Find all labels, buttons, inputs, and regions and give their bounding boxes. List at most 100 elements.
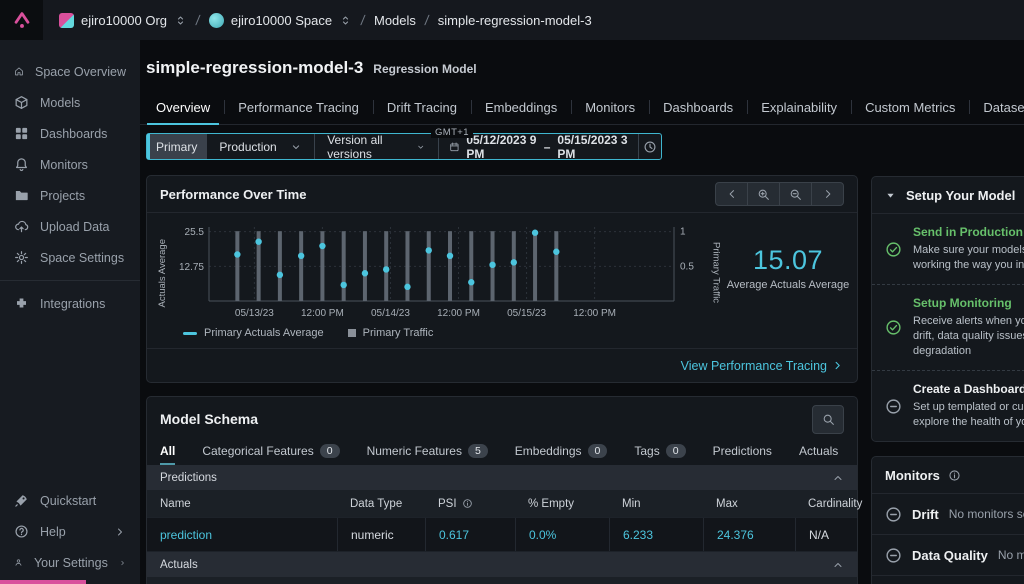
chevron-right-icon — [832, 360, 843, 371]
info-icon[interactable] — [948, 469, 961, 482]
monitors-panel: Monitors DriftNo monitors set upData Qua… — [871, 456, 1024, 584]
tab-datasets[interactable]: Datasets — [969, 91, 1024, 124]
tab-explainability[interactable]: Explainability — [747, 91, 851, 124]
tab-overview[interactable]: Overview — [142, 91, 224, 124]
table-row[interactable]: predictionnumeric0.6170.0%6.23324.376N/A — [147, 517, 857, 552]
environment-select[interactable]: Production — [207, 140, 314, 154]
schema-tab-tags[interactable]: Tags0 — [634, 444, 685, 465]
svg-text:25.5: 25.5 — [185, 227, 205, 238]
setup-item[interactable]: Setup MonitoringReceive alerts when your… — [872, 284, 1024, 370]
performance-chart-svg[interactable]: 05/13/2312:00 PM05/14/2312:00 PM05/15/23… — [169, 221, 709, 325]
space-label: ejiro10000 Space — [231, 13, 332, 28]
chevron-up-icon[interactable] — [832, 472, 844, 484]
feature-name-link[interactable]: prediction — [160, 528, 212, 542]
view-performance-tracing-link[interactable]: View Performance Tracing — [681, 359, 843, 373]
schema-tab-all[interactable]: All — [160, 444, 175, 465]
column-header: PSI — [425, 577, 515, 584]
svg-text:1: 1 — [680, 227, 686, 238]
column-header: Data Type — [337, 577, 425, 584]
legend-item[interactable]: Primary Traffic — [348, 327, 434, 339]
sidebar-item-quickstart[interactable]: Quickstart — [0, 485, 140, 516]
sidebar-item-help[interactable]: Help — [0, 516, 140, 547]
sidebar-item-space-overview[interactable]: Space Overview — [0, 56, 140, 87]
grid-icon — [14, 126, 29, 141]
sidebar-divider — [0, 280, 140, 281]
column-header: % Empty — [515, 490, 609, 517]
breadcrumb-space[interactable]: ejiro10000 Space — [209, 13, 352, 28]
column-header: Data Type — [337, 490, 425, 517]
model-tabs: OverviewPerformance TracingDrift Tracing… — [140, 91, 1024, 125]
sidebar-item-dashboards[interactable]: Dashboards — [0, 118, 140, 149]
org-label: ejiro10000 Org — [81, 13, 167, 28]
space-avatar — [209, 13, 224, 28]
setup-panel-header[interactable]: Setup Your Model — [872, 177, 1024, 214]
schema-tab-numeric-features[interactable]: Numeric Features5 — [367, 444, 488, 465]
sidebar-item-integrations[interactable]: Integrations — [0, 288, 140, 319]
version-select[interactable]: Version all versions — [315, 133, 438, 161]
check-circle-icon — [885, 319, 902, 336]
sidebar-item-space-settings[interactable]: Space Settings — [0, 242, 140, 273]
primary-environment-chip[interactable]: Primary — [147, 134, 207, 159]
pan-left-button[interactable] — [716, 183, 747, 205]
legend-item[interactable]: Primary Actuals Average — [183, 327, 324, 339]
monitor-row-drift[interactable]: DriftNo monitors set up — [872, 494, 1024, 534]
zoom-out-button[interactable] — [779, 183, 811, 205]
topbar: ejiro10000 Org / ejiro10000 Space / Mode… — [0, 0, 1024, 40]
schema-tab-categorical-features[interactable]: Categorical Features0 — [202, 444, 339, 465]
triangle-down-icon — [885, 190, 896, 201]
monitor-rows: DriftNo monitors set upData QualityNo mo… — [872, 494, 1024, 584]
monitor-row-data-quality[interactable]: Data QualityNo monitors set up — [872, 534, 1024, 575]
sidebar: Space Overview Models Dashboards Monitor… — [0, 40, 140, 584]
sidebar-item-monitors[interactable]: Monitors — [0, 149, 140, 180]
sidebar-item-projects[interactable]: Projects — [0, 180, 140, 211]
sidebar-item-models[interactable]: Models — [0, 87, 140, 118]
breadcrumb-separator: / — [424, 12, 430, 28]
setup-item[interactable]: Create a DashboardSet up templated or cu… — [872, 370, 1024, 441]
schema-tab-predictions[interactable]: Predictions — [713, 444, 772, 465]
schema-group-actuals[interactable]: Actuals — [147, 552, 857, 577]
page-header: simple-regression-model-3 Regression Mod… — [146, 58, 1024, 78]
tab-dashboards[interactable]: Dashboards — [649, 91, 747, 124]
model-schema-panel: Model Schema AllCategorical Features0Num… — [146, 396, 858, 584]
schema-group-predictions[interactable]: Predictions — [147, 465, 857, 490]
schema-tab-actuals[interactable]: Actuals — [799, 444, 838, 465]
setup-item-title: Setup Monitoring — [913, 296, 1024, 310]
date-end: 05/15/2023 3 PM — [557, 133, 627, 161]
tab-custom-metrics[interactable]: Custom Metrics — [851, 91, 969, 124]
breadcrumb: ejiro10000 Org / ejiro10000 Space / Mode… — [59, 12, 592, 28]
chevron-up-icon[interactable] — [832, 559, 844, 571]
zoom-in-button[interactable] — [747, 183, 779, 205]
right-axis-label: Primary Traffic — [709, 221, 723, 325]
arize-logo[interactable] — [0, 0, 43, 40]
pan-right-button[interactable] — [811, 183, 843, 205]
performance-over-time-panel: Performance Over Time Actuals Average 05… — [146, 175, 858, 383]
tab-drift-tracing[interactable]: Drift Tracing — [373, 91, 471, 124]
info-icon[interactable] — [462, 498, 473, 509]
tab-performance-tracing[interactable]: Performance Tracing — [224, 91, 373, 124]
tab-monitors[interactable]: Monitors — [571, 91, 649, 124]
setup-your-model-panel: Setup Your Model Send in Production Data… — [871, 176, 1024, 442]
tab-embeddings[interactable]: Embeddings — [471, 91, 571, 124]
performance-panel-title: Performance Over Time — [160, 187, 306, 202]
setup-items: Send in Production DataMake sure your mo… — [872, 214, 1024, 441]
setup-item[interactable]: Send in Production DataMake sure your mo… — [872, 214, 1024, 284]
schema-search-button[interactable] — [812, 405, 844, 434]
breadcrumb-models[interactable]: Models — [374, 13, 416, 28]
sidebar-item-upload-data[interactable]: Upload Data — [0, 211, 140, 242]
monitor-row-performance[interactable]: Performance1 No Data; 0 — [872, 575, 1024, 584]
breadcrumb-org[interactable]: ejiro10000 Org — [59, 13, 187, 28]
chart-toolbar — [715, 182, 844, 206]
select-updown-icon[interactable] — [339, 14, 352, 27]
monitors-panel-title: Monitors — [885, 468, 940, 483]
sidebar-item-your-settings[interactable]: Your Settings — [0, 547, 140, 584]
column-header: Min — [609, 577, 703, 584]
chevron-down-icon — [416, 141, 425, 153]
performance-panel-header: Performance Over Time — [147, 176, 857, 213]
schema-column-headers: NameData TypePSI% EmptyMinMaxCardinality — [147, 490, 857, 517]
setup-item-title: Create a Dashboard — [913, 382, 1024, 396]
select-updown-icon[interactable] — [174, 14, 187, 27]
time-settings-button[interactable] — [639, 134, 661, 159]
schema-tab-embeddings[interactable]: Embeddings0 — [515, 444, 608, 465]
column-header: % Empty — [515, 577, 609, 584]
chevron-left-icon — [726, 188, 738, 200]
